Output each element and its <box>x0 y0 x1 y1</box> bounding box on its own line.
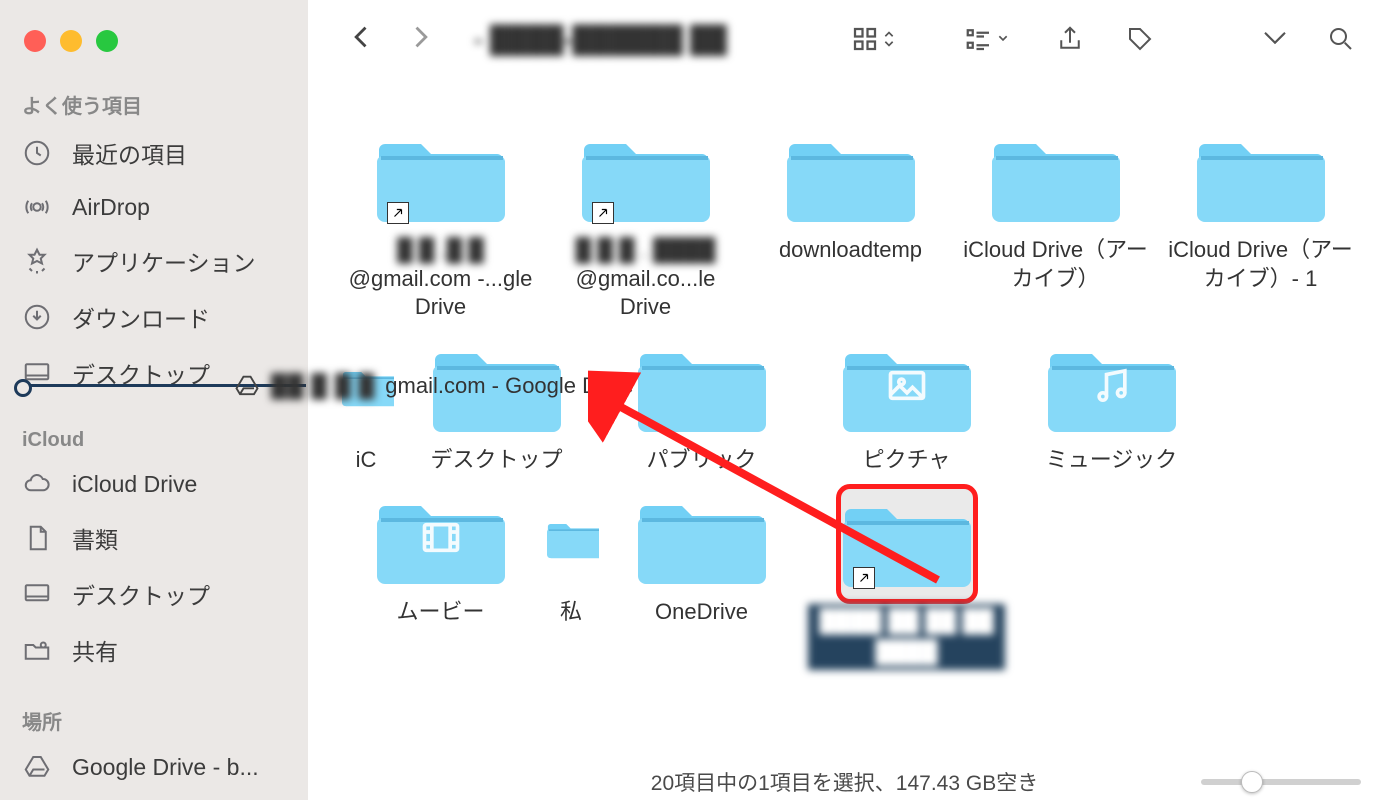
zoom-window-button[interactable] <box>96 30 118 52</box>
doc-icon <box>22 523 52 553</box>
folder-item[interactable]: ムービー <box>338 484 543 670</box>
desktop-icon <box>22 579 52 609</box>
folder-label: iCloud Drive（アーカイブ）- 1 <box>1158 236 1363 293</box>
folder-item[interactable]: █ █ █ . ████ @gmail.co...le Drive <box>543 122 748 322</box>
folder-item[interactable]: デスクトップ <box>394 332 599 475</box>
folder-icon <box>1197 126 1325 226</box>
folder-item[interactable]: パブリック <box>599 332 804 475</box>
search-button[interactable] <box>1321 19 1361 59</box>
window-controls <box>0 0 308 52</box>
share-button[interactable] <box>1050 19 1090 59</box>
folder-label: █ █ █ . ████ @gmail.co...le Drive <box>543 236 748 322</box>
dragged-label-blurred: ██ █ █ █ <box>271 373 375 399</box>
status-text: 20項目中の1項目を選択、147.43 GB空き <box>651 767 1038 797</box>
sidebar-section-icloud: iCloud <box>0 401 308 458</box>
sidebar-item-desktop-icloud[interactable]: デスクトップ <box>0 566 308 622</box>
folder-item[interactable]: 私 <box>543 484 599 670</box>
folder-item-selected[interactable]: ████ ██ ██ ██ ████ <box>804 484 1009 670</box>
google-drive-icon <box>233 372 261 400</box>
close-window-button[interactable] <box>24 30 46 52</box>
zoom-slider-thumb[interactable] <box>1241 771 1263 793</box>
movie-icon <box>419 516 463 560</box>
sidebar-item-label: 共有 <box>72 633 118 667</box>
folder-label: ████ ██ ██ ██ ████ <box>804 604 1009 670</box>
sidebar-item-recents[interactable]: 最近の項目 <box>0 125 308 181</box>
sidebar-item-airdrop[interactable]: AirDrop <box>0 181 308 233</box>
google-drive-icon <box>22 752 52 782</box>
sidebar-item-label: アプリケーション <box>72 244 256 278</box>
back-button[interactable] <box>348 19 376 60</box>
folder-label: ミュージック <box>1009 446 1214 475</box>
folder-icon <box>992 126 1120 226</box>
sidebar-item-label: AirDrop <box>72 194 150 221</box>
sidebar-item-downloads[interactable]: ダウンロード <box>0 289 308 345</box>
icon-grid[interactable]: █ █ .█ █ @gmail.com -...gle Drive █ █ █ … <box>308 78 1381 764</box>
folder-icon <box>547 488 599 588</box>
folder-label: ムービー <box>338 598 543 627</box>
tags-button[interactable] <box>1120 19 1160 59</box>
folder-label: downloadtemp <box>748 236 953 265</box>
folder-label: ピクチャ <box>804 446 1009 475</box>
folder-icon <box>843 336 971 436</box>
forward-button[interactable] <box>406 19 434 60</box>
sidebar-item-label: ダウンロード <box>72 300 210 334</box>
sidebar-item-applications[interactable]: アプリケーション <box>0 233 308 289</box>
folder-item[interactable]: OneDrive <box>599 484 804 670</box>
status-bar: 20項目中の1項目を選択、147.43 GB空き <box>308 764 1381 800</box>
folder-icon <box>377 126 505 226</box>
folder-icon <box>638 488 766 588</box>
shared-folder-icon <box>22 635 52 665</box>
sidebar-item-gdrive-1[interactable]: Google Drive - b... <box>0 741 308 793</box>
apps-icon <box>22 246 52 276</box>
folder-label: █ █ .█ █ @gmail.com -...gle Drive <box>338 236 543 322</box>
sidebar-item-label: デスクトップ <box>72 577 210 611</box>
dragged-label-suffix: gmail.com - Google Drive <box>385 373 633 399</box>
airdrop-icon <box>22 192 52 222</box>
sidebar-section-locations: 場所 <box>0 678 308 741</box>
sidebar-item-documents[interactable]: 書類 <box>0 510 308 566</box>
sidebar-item-label: Google Drive - b... <box>72 754 259 781</box>
folder-item[interactable]: ピクチャ <box>804 332 1009 475</box>
window-title: - ████-██████ ██ <box>474 24 727 55</box>
alias-badge-icon <box>592 202 614 224</box>
folder-item[interactable]: downloadtemp <box>748 122 953 322</box>
folder-icon <box>787 126 915 226</box>
group-button[interactable] <box>964 24 1010 54</box>
folder-item[interactable]: ミュージック <box>1009 332 1214 475</box>
folder-icon <box>582 126 710 226</box>
folder-item[interactable]: █ █ .█ █ @gmail.com -...gle Drive <box>338 122 543 322</box>
cloud-icon <box>22 469 52 499</box>
music-icon <box>1090 363 1134 407</box>
more-button[interactable] <box>1255 19 1295 59</box>
folder-icon <box>843 491 971 591</box>
sidebar-item-shared[interactable]: 共有 <box>0 622 308 678</box>
folder-label: iCloud Drive（アーカイブ） <box>953 236 1158 293</box>
alias-badge-icon <box>387 202 409 224</box>
folder-label: OneDrive <box>599 598 804 627</box>
sidebar-item-gdrive-2[interactable]: Google Drive - t... <box>0 793 308 800</box>
zoom-slider[interactable] <box>1201 779 1361 785</box>
folder-item[interactable]: iC <box>338 332 394 475</box>
alias-badge-icon <box>853 567 875 589</box>
view-mode-button[interactable] <box>850 24 896 54</box>
toolbar: - ████-██████ ██ <box>308 0 1381 78</box>
sidebar-item-label: 書類 <box>72 521 118 555</box>
dragged-sidebar-item: ██ █ █ █ gmail.com - Google Drive <box>18 369 698 403</box>
folder-item[interactable]: iCloud Drive（アーカイブ）- 1 <box>1158 122 1363 322</box>
folder-icon <box>377 488 505 588</box>
folder-label: デスクトップ <box>394 446 599 475</box>
folder-item[interactable]: iCloud Drive（アーカイブ） <box>953 122 1158 322</box>
clock-icon <box>22 138 52 168</box>
folder-label: パブリック <box>599 446 804 475</box>
sidebar-item-label: 最近の項目 <box>72 136 187 170</box>
sidebar-item-icloud-drive[interactable]: iCloud Drive <box>0 458 308 510</box>
folder-label: 私 <box>543 598 599 627</box>
folder-icon <box>1048 336 1176 436</box>
minimize-window-button[interactable] <box>60 30 82 52</box>
folder-label: iC <box>338 446 394 475</box>
sidebar-section-favorites: よく使う項目 <box>0 52 308 125</box>
download-icon <box>22 302 52 332</box>
picture-icon <box>885 363 929 407</box>
sidebar-item-label: iCloud Drive <box>72 471 197 498</box>
